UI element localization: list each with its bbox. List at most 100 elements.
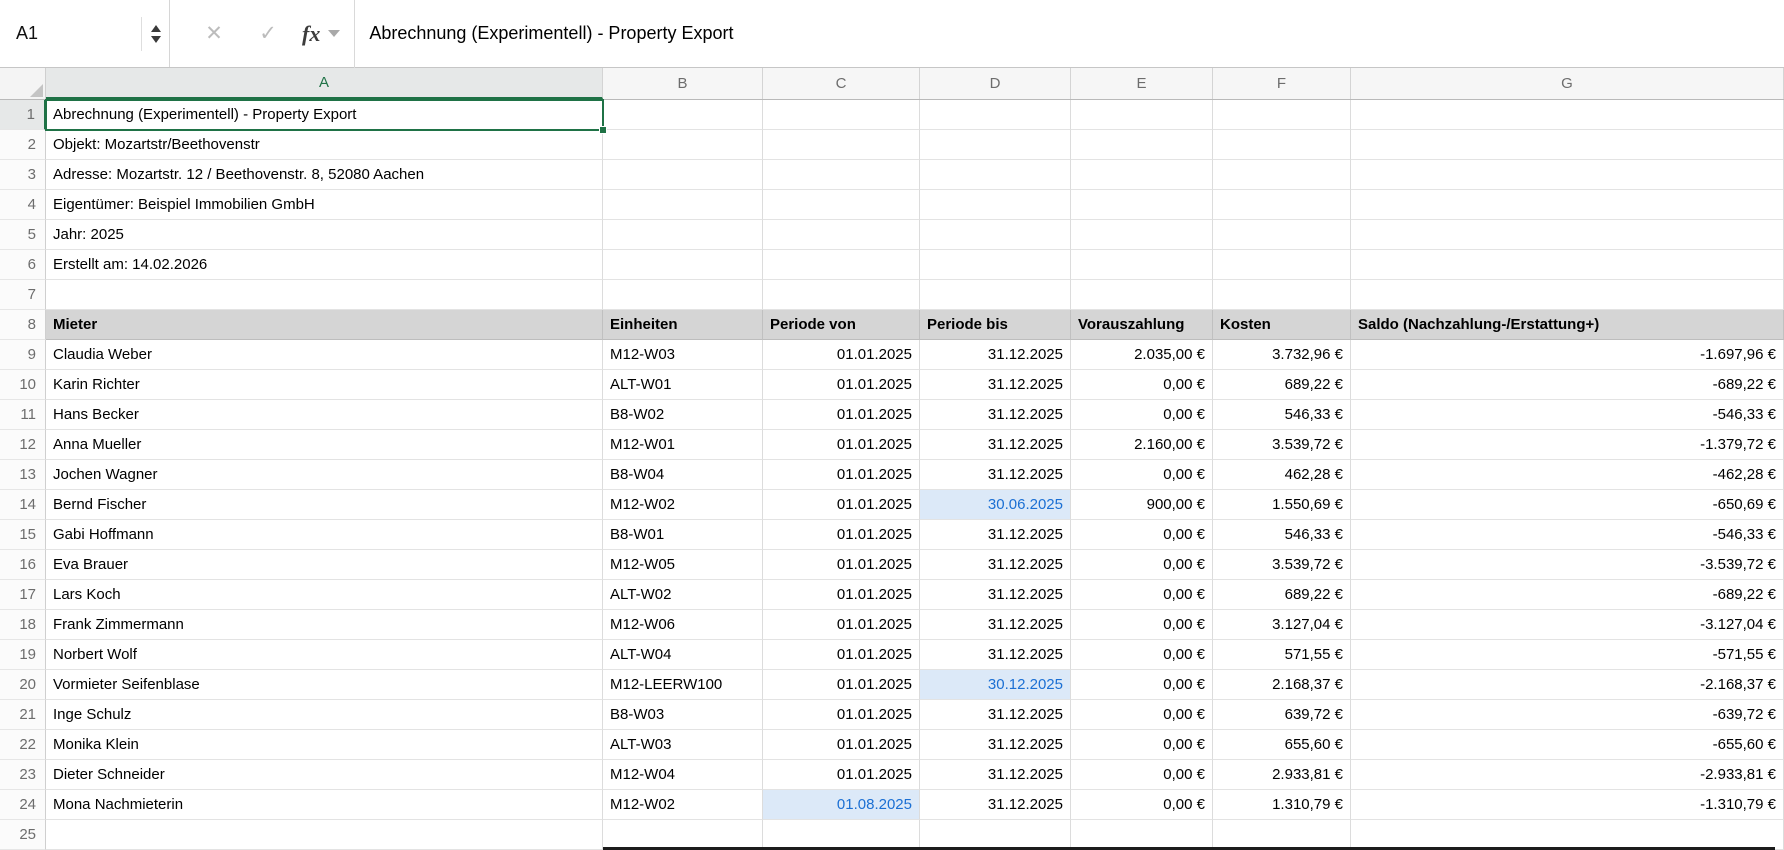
cell-G9[interactable]: -1.697,96 € [1351, 340, 1784, 370]
cell-D6[interactable] [920, 250, 1071, 280]
cell-F1[interactable] [1213, 100, 1351, 130]
cell-A20[interactable]: Vormieter Seifenblase [46, 670, 603, 700]
cell-G13[interactable]: -462,28 € [1351, 460, 1784, 490]
cell-G18[interactable]: -3.127,04 € [1351, 610, 1784, 640]
cell-F21[interactable]: 639,72 € [1213, 700, 1351, 730]
cell-F12[interactable]: 3.539,72 € [1213, 430, 1351, 460]
cell-C22[interactable]: 01.01.2025 [763, 730, 920, 760]
cell-C18[interactable]: 01.01.2025 [763, 610, 920, 640]
cell-D18[interactable]: 31.12.2025 [920, 610, 1071, 640]
row-header-4[interactable]: 4 [0, 190, 46, 220]
cell-B3[interactable] [603, 160, 763, 190]
cell-B19[interactable]: ALT-W04 [603, 640, 763, 670]
cell-F6[interactable] [1213, 250, 1351, 280]
cell-F13[interactable]: 462,28 € [1213, 460, 1351, 490]
formula-input[interactable]: Abrechnung (Experimentell) - Property Ex… [355, 23, 1784, 44]
cell-A17[interactable]: Lars Koch [46, 580, 603, 610]
cell-F11[interactable]: 546,33 € [1213, 400, 1351, 430]
cell-D15[interactable]: 31.12.2025 [920, 520, 1071, 550]
row-header-9[interactable]: 9 [0, 340, 46, 370]
cell-F7[interactable] [1213, 280, 1351, 310]
cell-F9[interactable]: 3.732,96 € [1213, 340, 1351, 370]
cell-C23[interactable]: 01.01.2025 [763, 760, 920, 790]
cell-B14[interactable]: M12-W02 [603, 490, 763, 520]
cell-A14[interactable]: Bernd Fischer [46, 490, 603, 520]
cell-B12[interactable]: M12-W01 [603, 430, 763, 460]
cell-F15[interactable]: 546,33 € [1213, 520, 1351, 550]
cell-B25[interactable] [603, 820, 763, 850]
cell-D24[interactable]: 31.12.2025 [920, 790, 1071, 820]
cell-E14[interactable]: 900,00 € [1071, 490, 1213, 520]
cancel-icon[interactable]: ✕ [192, 21, 236, 46]
cell-F8[interactable]: Kosten [1213, 310, 1351, 340]
cell-E21[interactable]: 0,00 € [1071, 700, 1213, 730]
cell-A12[interactable]: Anna Mueller [46, 430, 603, 460]
cell-D20[interactable]: 30.12.2025 [920, 670, 1071, 700]
row-header-22[interactable]: 22 [0, 730, 46, 760]
cell-F22[interactable]: 655,60 € [1213, 730, 1351, 760]
fill-handle[interactable] [599, 126, 607, 134]
cell-D11[interactable]: 31.12.2025 [920, 400, 1071, 430]
cell-A15[interactable]: Gabi Hoffmann [46, 520, 603, 550]
row-header-13[interactable]: 13 [0, 460, 46, 490]
cell-B1[interactable] [603, 100, 763, 130]
cell-F19[interactable]: 571,55 € [1213, 640, 1351, 670]
column-header-A[interactable]: A [46, 68, 603, 99]
cell-E18[interactable]: 0,00 € [1071, 610, 1213, 640]
row-header-3[interactable]: 3 [0, 160, 46, 190]
cell-G16[interactable]: -3.539,72 € [1351, 550, 1784, 580]
cell-C20[interactable]: 01.01.2025 [763, 670, 920, 700]
cell-B21[interactable]: B8-W03 [603, 700, 763, 730]
cell-B20[interactable]: M12-LEERW100 [603, 670, 763, 700]
cell-B7[interactable] [603, 280, 763, 310]
cell-D1[interactable] [920, 100, 1071, 130]
row-header-7[interactable]: 7 [0, 280, 46, 310]
cell-C6[interactable] [763, 250, 920, 280]
cell-G23[interactable]: -2.933,81 € [1351, 760, 1784, 790]
row-header-16[interactable]: 16 [0, 550, 46, 580]
cell-C4[interactable] [763, 190, 920, 220]
cell-G24[interactable]: -1.310,79 € [1351, 790, 1784, 820]
stepper-down-icon[interactable] [151, 35, 161, 43]
cell-B10[interactable]: ALT-W01 [603, 370, 763, 400]
cell-A7[interactable] [46, 280, 603, 310]
cell-D2[interactable] [920, 130, 1071, 160]
cell-G7[interactable] [1351, 280, 1784, 310]
cell-E11[interactable]: 0,00 € [1071, 400, 1213, 430]
cell-C9[interactable]: 01.01.2025 [763, 340, 920, 370]
cell-D16[interactable]: 31.12.2025 [920, 550, 1071, 580]
cell-F5[interactable] [1213, 220, 1351, 250]
cell-A13[interactable]: Jochen Wagner [46, 460, 603, 490]
cell-E1[interactable] [1071, 100, 1213, 130]
cell-F3[interactable] [1213, 160, 1351, 190]
cell-B24[interactable]: M12-W02 [603, 790, 763, 820]
function-icon[interactable]: fx [302, 21, 320, 47]
cell-A19[interactable]: Norbert Wolf [46, 640, 603, 670]
cell-B4[interactable] [603, 190, 763, 220]
cell-G20[interactable]: -2.168,37 € [1351, 670, 1784, 700]
cell-E22[interactable]: 0,00 € [1071, 730, 1213, 760]
chevron-down-icon[interactable] [328, 30, 341, 37]
cell-F20[interactable]: 2.168,37 € [1213, 670, 1351, 700]
row-header-5[interactable]: 5 [0, 220, 46, 250]
cell-E19[interactable]: 0,00 € [1071, 640, 1213, 670]
cell-D14[interactable]: 30.06.2025 [920, 490, 1071, 520]
row-header-10[interactable]: 10 [0, 370, 46, 400]
cell-D23[interactable]: 31.12.2025 [920, 760, 1071, 790]
cell-A23[interactable]: Dieter Schneider [46, 760, 603, 790]
cell-E25[interactable] [1071, 820, 1213, 850]
cell-E3[interactable] [1071, 160, 1213, 190]
cell-D25[interactable] [920, 820, 1071, 850]
cell-G5[interactable] [1351, 220, 1784, 250]
select-all-corner[interactable] [0, 68, 46, 99]
cell-B22[interactable]: ALT-W03 [603, 730, 763, 760]
cell-G6[interactable] [1351, 250, 1784, 280]
column-header-C[interactable]: C [763, 68, 920, 99]
cell-G1[interactable] [1351, 100, 1784, 130]
row-header-21[interactable]: 21 [0, 700, 46, 730]
cell-F24[interactable]: 1.310,79 € [1213, 790, 1351, 820]
cell-B9[interactable]: M12-W03 [603, 340, 763, 370]
cell-A6[interactable]: Erstellt am: 14.02.2026 [46, 250, 603, 280]
cell-E7[interactable] [1071, 280, 1213, 310]
cell-E13[interactable]: 0,00 € [1071, 460, 1213, 490]
